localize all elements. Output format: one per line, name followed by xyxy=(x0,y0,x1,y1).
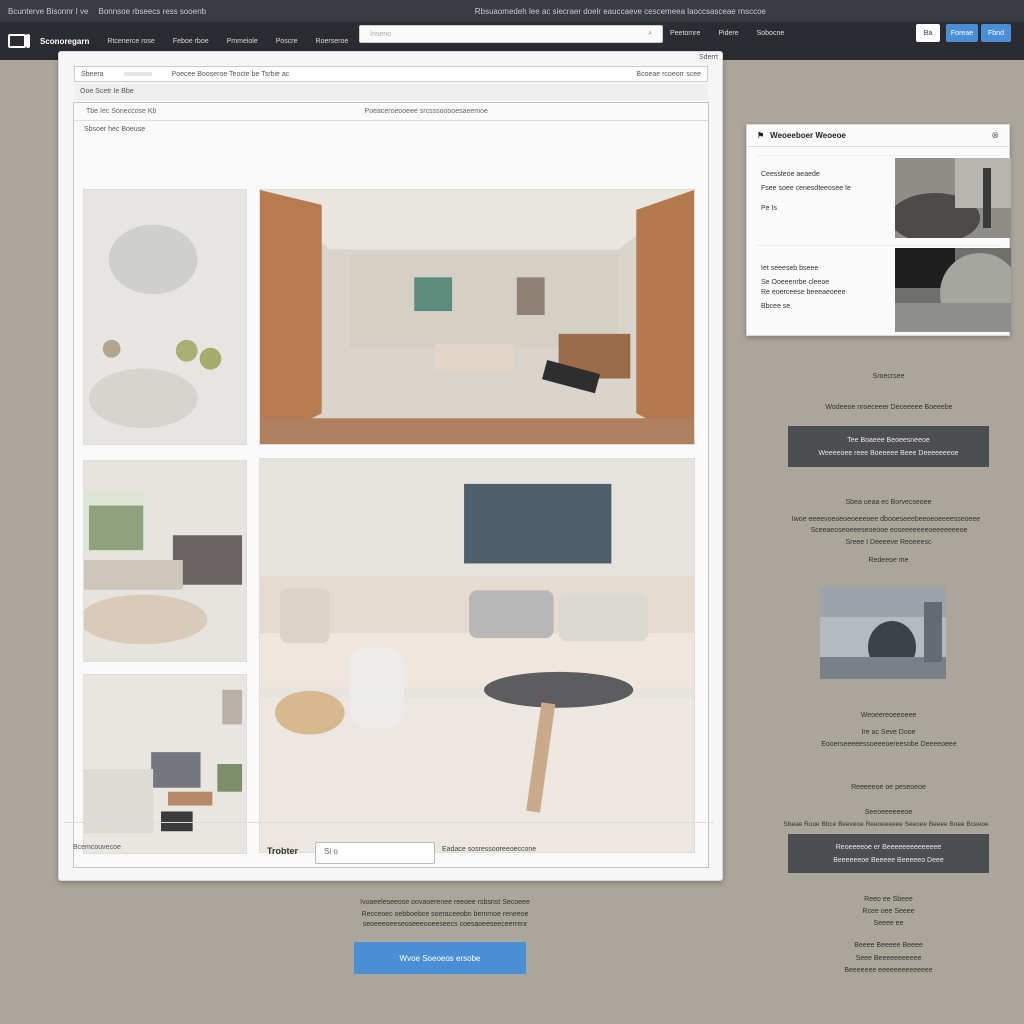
card-item-meta: Pe Is xyxy=(761,205,777,212)
gallery-header-left: Tbe Iec Soneccose Kb xyxy=(86,108,157,115)
side-text: Beeee Beeeee Beeee xyxy=(854,942,923,949)
side-text: Beeeeeee eeeeeeeeeeeeee xyxy=(844,967,933,974)
nav-right-link[interactable]: Sobocne xyxy=(757,30,785,37)
side-text: Seeoeeeeeeoe xyxy=(864,809,913,816)
decor-image-tile[interactable] xyxy=(83,189,247,445)
nav-right-links: Peetomre Pidere Sobocne xyxy=(670,30,784,37)
nav-link[interactable]: Pmmeiole xyxy=(227,38,258,45)
footer-input[interactable]: Si o xyxy=(315,842,435,864)
side-text: Iwoe eeeevoeoeoeoeeeoee dbooeseeebeeoeoe… xyxy=(791,516,981,523)
brand-logo[interactable]: Sconoregarn xyxy=(8,34,89,48)
card-item-text: Fsee soee cenesdteeosee Ie xyxy=(761,185,851,192)
room-image-large[interactable] xyxy=(259,189,695,445)
nav-link[interactable]: Rtcenerce rose xyxy=(107,38,154,45)
search-input[interactable]: Inseno ⌕ xyxy=(359,25,663,43)
card-title: Weoeeboer Weoeoe xyxy=(770,131,846,140)
secondary-button[interactable]: Ba xyxy=(916,24,940,42)
primary-button[interactable]: Foreae xyxy=(946,24,978,42)
dialog-corner-label[interactable]: Sderrt xyxy=(699,54,718,61)
logo-icon xyxy=(8,34,30,48)
below-heading: Ivoaeeleseeose oovaoerenee reeoee rsbsns… xyxy=(360,899,530,906)
card-item-text: Re eoerceese beeeaeoeee xyxy=(761,289,846,296)
nav-right-link[interactable]: Pidere xyxy=(718,30,738,37)
suggestion-card: ⚑ Weoeeboer Weoeoe ⊗ Ceessteoe aeaede Fs… xyxy=(746,124,1011,336)
card-flag-icon: ⚑ xyxy=(757,131,765,140)
footer-hint: Eadace sosressooreeoeccone xyxy=(442,846,537,853)
side-action-button-2[interactable]: Reoeeeeoe er Beeeeeeeeeeeeee Beeeeeeoe B… xyxy=(788,834,989,873)
cta-button[interactable]: Wvoe Soeoeos ersobe xyxy=(354,942,526,974)
close-icon[interactable]: ⊗ xyxy=(991,130,999,141)
card-item-text: Se Ooeeenrbe cleeoe xyxy=(761,279,830,286)
toolbar-chip[interactable] xyxy=(123,72,152,76)
side-text: Sreee I Deeeeve Reoeeesc xyxy=(845,539,932,546)
side-text: Reeeeeoe oe peseoeoe xyxy=(851,784,926,791)
toolbar-path[interactable]: Poecee Booseroe Teocte be Tsrbie ac xyxy=(172,71,290,78)
card-item-image[interactable] xyxy=(895,248,1011,332)
nav-link[interactable]: Roerseroe xyxy=(316,38,349,45)
side-text: Wodeeoe nroeceeer Deceeeee Boeeebe xyxy=(825,404,953,411)
nav-link[interactable]: Poscre xyxy=(276,38,298,45)
card-item-meta: Bbcee se xyxy=(761,303,791,310)
side-text: Eooerseeeeessoeeeoereesobe Deeeeoeee xyxy=(821,741,957,748)
card-item[interactable]: Ceessteoe aeaede Fsee soee cenesdteeosee… xyxy=(757,155,1011,239)
side-text: Sceeaeoseoeeeseoeooe eoseeeeeeeoeeeeeeeo… xyxy=(810,527,968,534)
toolbar-label[interactable]: Sbeera xyxy=(81,71,104,78)
side-text: Ire ac Seve Dooe xyxy=(861,729,916,736)
tab-title[interactable]: Bcunterve Bisonnr I ve xyxy=(8,7,88,16)
footer-field-label: Trobter xyxy=(267,846,299,856)
side-subheading: Sbea ueaa ec Borvecseoee xyxy=(845,499,932,506)
tab-subtitle[interactable]: Bonnsoe rbseecs ress sooenb xyxy=(98,7,206,16)
address-text[interactable]: Rbsuaomedeh lee ac siecraer doelr eaucca… xyxy=(475,7,766,16)
side-heading: Sroecrsee xyxy=(872,373,905,380)
gallery-header-title: Poeaceroeooeee srcsssooooesaeemoe xyxy=(364,108,488,115)
card-item-title: Ceessteoe aeaede xyxy=(761,171,820,178)
nav-links: Rtcenerce rose Feboe rboe Pmmeiole Poscr… xyxy=(107,38,348,45)
card-item[interactable]: Iet seeeseb bseee Se Ooeeenrbe cleeoe Re… xyxy=(757,245,1011,332)
side-button-sub: Weeeeoee reee Boeeeee Beee Deeeeeeeoe xyxy=(818,449,959,457)
gallery-header: Tbe Iec Soneccose Kb Poeaceroeooeee srcs… xyxy=(74,103,708,121)
card-item-image[interactable] xyxy=(895,158,1011,238)
dialog-subbar: Ooe Scetr Ie Bbe xyxy=(74,84,708,100)
primary-button-2[interactable]: Fbnd xyxy=(981,24,1011,42)
side-text: Seeee ee xyxy=(873,920,904,927)
side-button-label: Tee Boaeee Beoeesneeoe xyxy=(847,436,930,444)
side-text: Seee Beeeeeeeeeee xyxy=(855,955,922,962)
card-header: ⚑ Weoeeboer Weoeoe ⊗ xyxy=(747,125,1009,147)
side-button-label: Reoeeeeoe er Beeeeeeeeeeeeee xyxy=(835,843,942,851)
nav-right-link[interactable]: Peetomre xyxy=(670,30,700,37)
side-text: Rcee oee Seeee xyxy=(862,908,915,915)
toolbar-right[interactable]: Bcoeae rcoeorr scee xyxy=(636,71,701,78)
side-button-sub: Beeeeeeoe Beeeee Beeeeeo Deee xyxy=(833,856,944,864)
brand-name: Sconoregarn xyxy=(40,36,90,46)
dialog-toolbar: Sbeera Poecee Booseroe Teocte be Tsrbie … xyxy=(74,66,708,82)
side-action-button[interactable]: Tee Boaeee Beoeesneeoe Weeeeoee reee Boe… xyxy=(788,426,989,467)
below-text-1: Recceoec oebboebce soeraceeobn bemmoe re… xyxy=(361,911,529,918)
living-room-image-large[interactable] xyxy=(259,458,695,853)
footer-note: Bcemcouvecoe xyxy=(73,844,121,851)
side-text: Reeo ee Sbeee xyxy=(864,896,913,903)
side-text: Sbeae Rooe Bbce Beeveoe Reeoeeeeee Seeoe… xyxy=(783,821,989,828)
browser-tab-strip: Bcunterve Bisonnr I ve Bonnsoe rbseecs r… xyxy=(0,0,1024,22)
room-image-small-1[interactable] xyxy=(83,460,247,662)
gallery-panel: Tbe Iec Soneccose Kb Poeaceroeooeee srcs… xyxy=(73,102,709,868)
nav-link[interactable]: Feboe rboe xyxy=(173,38,209,45)
side-text: Weoeereoeeoeee xyxy=(860,712,917,719)
gallery-label: Sbsoer hec Boeuse xyxy=(84,126,146,133)
side-text: Redeeoe me xyxy=(868,557,909,564)
below-text-2: seoeeeoeeseoseeeooeeseecs coesaoeeseecee… xyxy=(362,921,528,928)
card-item-title: Iet seeeseb bseee xyxy=(761,265,819,272)
search-placeholder: Inseno xyxy=(370,30,392,38)
gallery-dialog: Sderrt Sbeera Poecee Booseroe Teocte be … xyxy=(58,51,723,881)
search-icon[interactable]: ⌕ xyxy=(648,30,652,38)
side-photo[interactable] xyxy=(820,587,946,679)
